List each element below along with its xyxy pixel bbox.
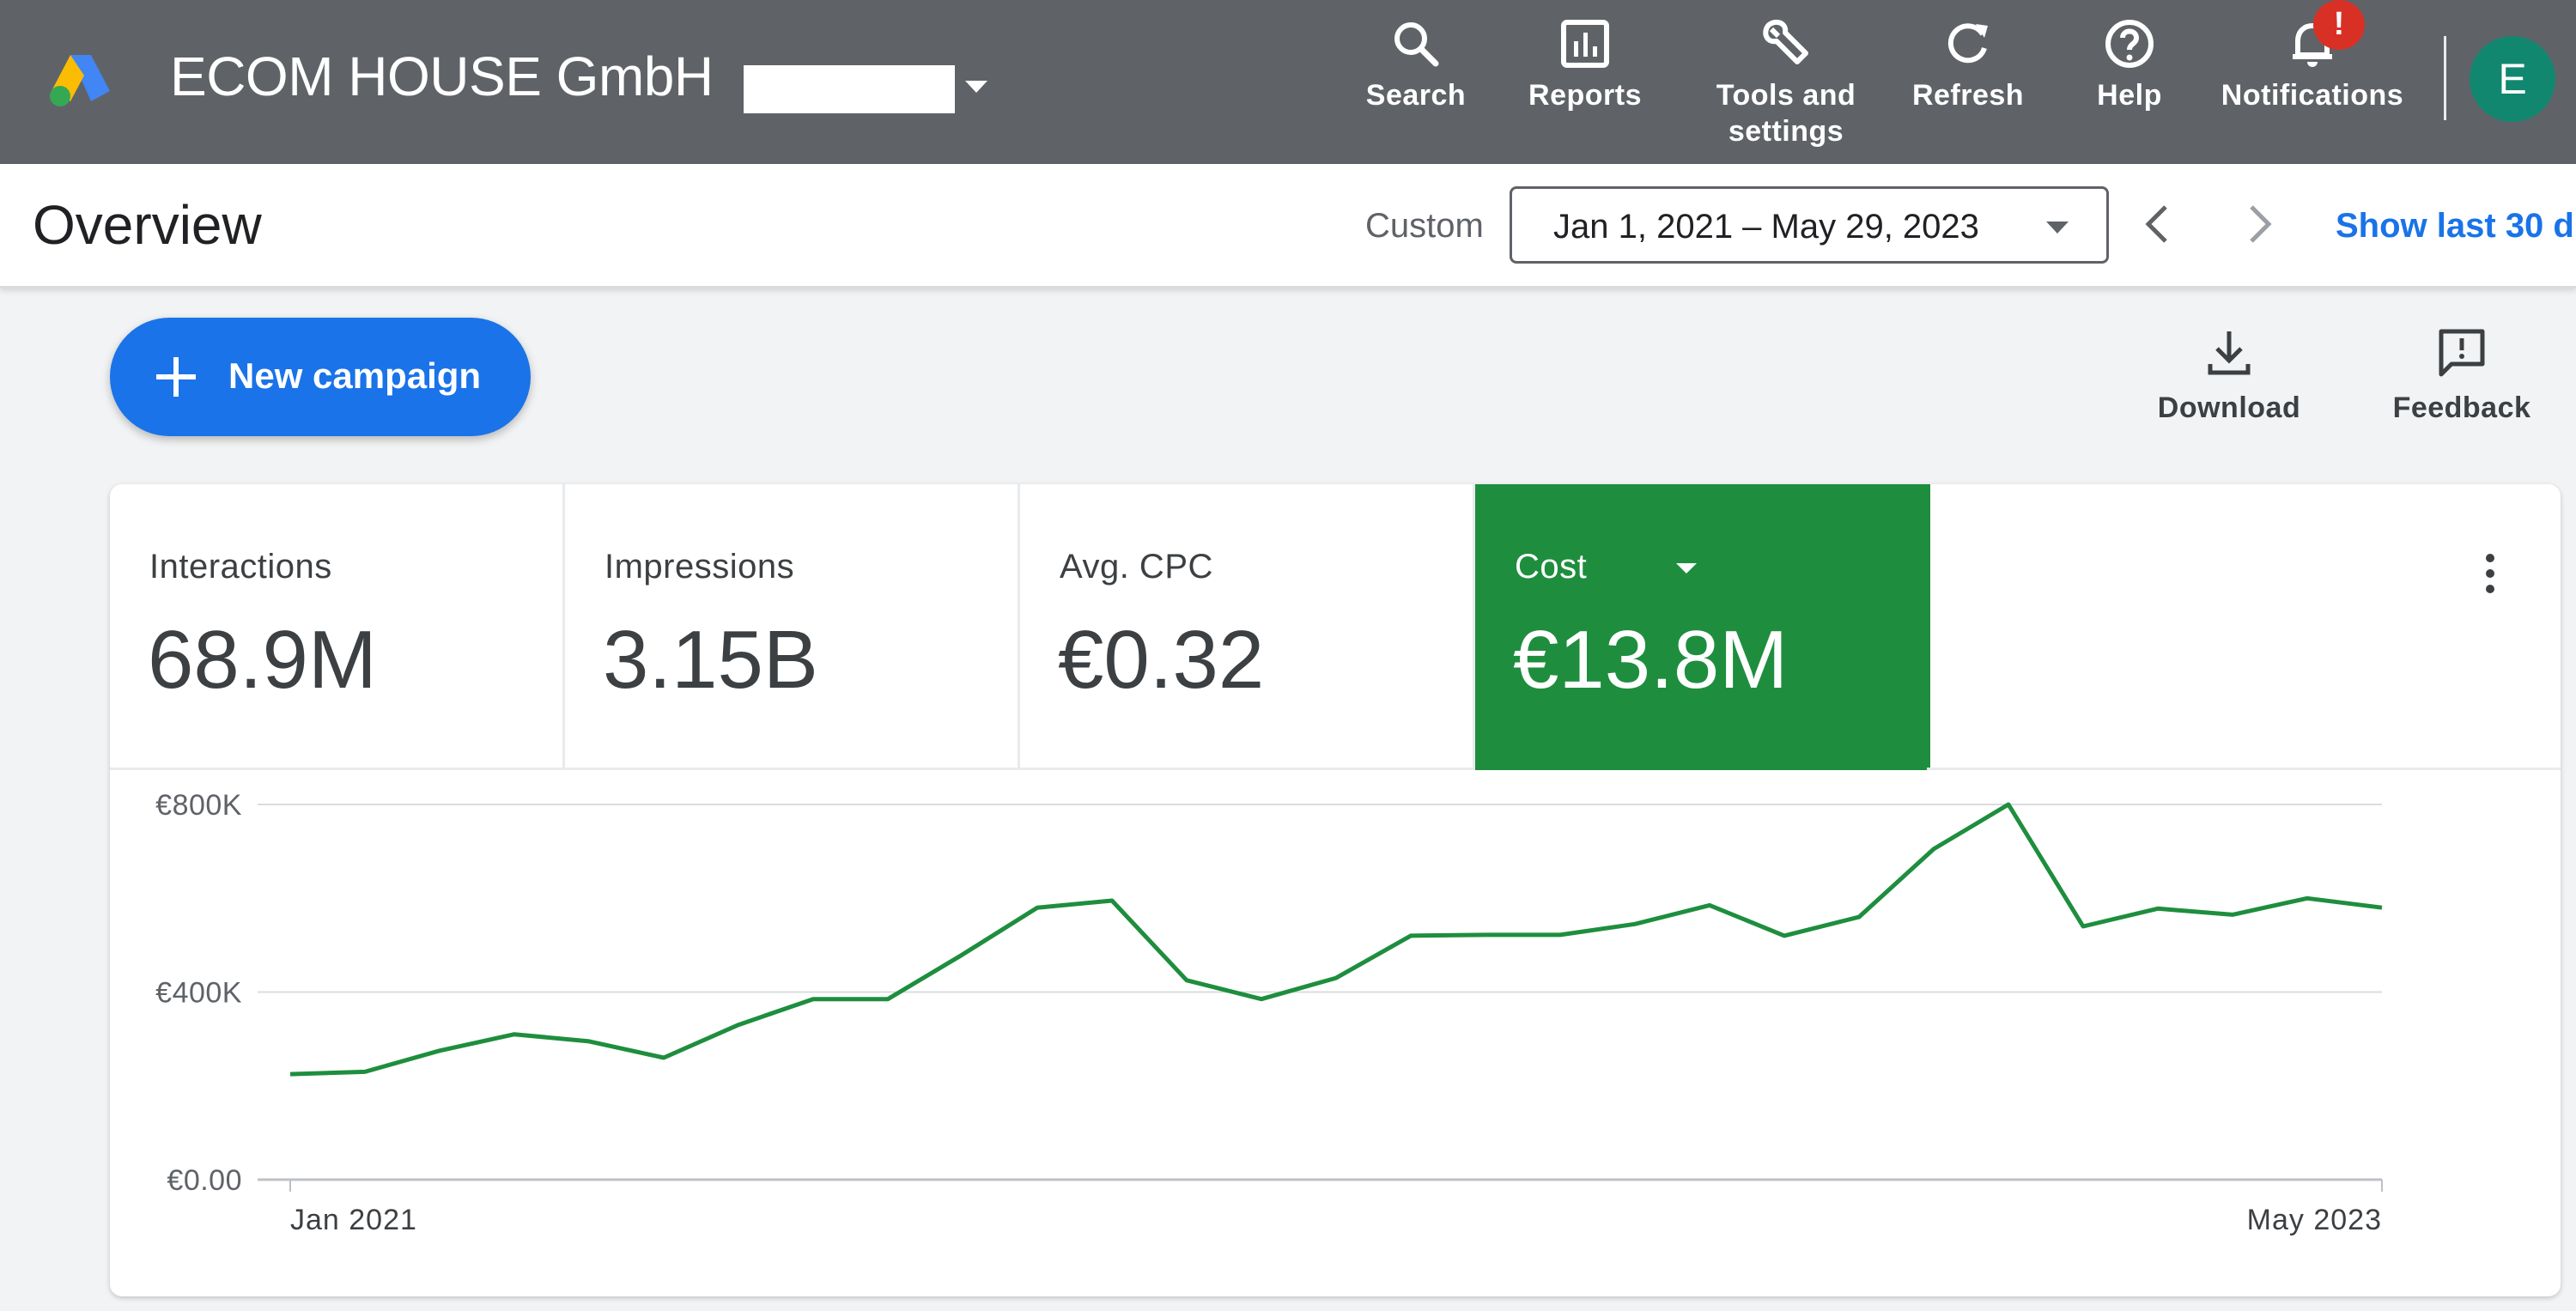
data-point[interactable] xyxy=(2080,923,2087,930)
refresh-icon xyxy=(1947,23,1988,64)
search-icon xyxy=(1394,22,1439,67)
metric-interactions[interactable]: Interactions 68.9M xyxy=(110,484,565,770)
nav-divider xyxy=(2444,36,2446,120)
metric-value: €0.32 xyxy=(1058,614,1265,706)
metric-row-spacer xyxy=(1927,484,2561,770)
metric-label: Impressions xyxy=(605,548,795,586)
data-point[interactable] xyxy=(1034,904,1041,911)
chevron-down-icon xyxy=(2046,222,2069,234)
data-point[interactable] xyxy=(1258,996,1265,1003)
data-point[interactable] xyxy=(1781,932,1788,939)
feedback-icon xyxy=(2439,329,2485,377)
data-point[interactable] xyxy=(1183,977,1190,984)
data-point[interactable] xyxy=(735,1022,742,1029)
nav-notifications-button[interactable]: Notifications xyxy=(2214,12,2411,158)
account-id-redacted xyxy=(744,65,955,113)
nav-refresh-button[interactable]: Refresh xyxy=(1908,12,2028,158)
data-point[interactable] xyxy=(2379,904,2385,911)
data-point[interactable] xyxy=(1856,913,1862,920)
data-point[interactable] xyxy=(511,1031,518,1038)
reports-icon xyxy=(1561,20,1609,68)
data-point[interactable] xyxy=(1557,932,1564,938)
previous-period-icon[interactable] xyxy=(2133,198,2184,250)
metric-cost[interactable]: Cost €13.8M xyxy=(1475,484,1930,770)
page-title: Overview xyxy=(33,194,262,256)
account-name: ECOM HOUSE GmbH xyxy=(170,46,714,107)
metric-label: Cost xyxy=(1515,548,1588,586)
data-point[interactable] xyxy=(436,1047,443,1054)
data-point[interactable] xyxy=(2229,911,2236,918)
nav-refresh-label: Refresh xyxy=(1911,79,2025,112)
data-point[interactable] xyxy=(1407,932,1414,939)
y-tick-label: €0.00 xyxy=(167,1164,242,1197)
data-point[interactable] xyxy=(810,996,817,1003)
data-point[interactable] xyxy=(1930,846,1937,853)
data-point[interactable] xyxy=(1333,974,1340,981)
data-point[interactable] xyxy=(2005,801,2012,808)
x-tick-label: Jan 2021 xyxy=(290,1204,417,1236)
nav-tools-button[interactable]: Tools and settings xyxy=(1700,12,1872,158)
x-tick-label: May 2023 xyxy=(2247,1204,2382,1236)
metric-avg-cpc[interactable]: Avg. CPC €0.32 xyxy=(1020,484,1475,770)
wrench-icon xyxy=(1763,19,1808,64)
y-tick-label: €800K xyxy=(155,789,242,822)
data-point[interactable] xyxy=(959,951,966,958)
metric-value: 3.15B xyxy=(603,614,818,706)
notification-badge: ! xyxy=(2313,0,2365,50)
help-icon xyxy=(2105,20,2154,68)
data-point[interactable] xyxy=(586,1038,592,1045)
plus-icon xyxy=(156,357,196,397)
nav-search-button[interactable]: Search xyxy=(1362,12,1470,158)
metric-value: 68.9M xyxy=(148,614,377,706)
nav-notifications-label: Notifications xyxy=(2221,79,2404,112)
google-ads-logo-icon xyxy=(50,55,110,106)
show-last-30-days-link[interactable]: Show last 30 d xyxy=(2336,207,2574,246)
nav-help-button[interactable]: Help xyxy=(2085,12,2174,158)
account-dropdown-icon[interactable] xyxy=(962,72,991,101)
new-campaign-button[interactable]: New campaign xyxy=(110,318,531,436)
nav-reports-button[interactable]: Reports xyxy=(1523,12,1647,158)
data-point[interactable] xyxy=(884,996,891,1003)
next-period-icon[interactable] xyxy=(2233,198,2284,250)
feedback-button[interactable]: Feedback xyxy=(2391,325,2533,425)
performance-card: Interactions 68.9M Impressions 3.15B Avg… xyxy=(110,484,2561,1296)
series-line-cost[interactable] xyxy=(289,802,2383,1077)
nav-reports-label: Reports xyxy=(1528,79,1642,112)
metric-dropdown-icon[interactable] xyxy=(1674,556,1698,580)
overview-header: Overview Custom Jan 1, 2021 – May 29, 20… xyxy=(0,164,2576,288)
top-bar: ECOM HOUSE GmbH Search Reports Tools and… xyxy=(0,0,2576,164)
data-point[interactable] xyxy=(2304,895,2311,901)
avatar[interactable]: E xyxy=(2470,36,2555,122)
new-campaign-label: New campaign xyxy=(228,355,482,396)
download-label: Download xyxy=(2157,391,2301,424)
data-point[interactable] xyxy=(1631,920,1638,927)
download-button[interactable]: Download xyxy=(2157,325,2301,425)
data-point[interactable] xyxy=(2154,905,2161,912)
metric-label: Interactions xyxy=(149,548,332,586)
data-point[interactable] xyxy=(1109,897,1115,904)
data-point[interactable] xyxy=(660,1054,667,1061)
nav-help-label: Help xyxy=(2097,79,2162,112)
nav-search-label: Search xyxy=(1365,79,1467,112)
data-point[interactable] xyxy=(361,1068,368,1075)
metric-impressions[interactable]: Impressions 3.15B xyxy=(565,484,1020,770)
date-range-type-label: Custom xyxy=(1365,207,1484,245)
data-point[interactable] xyxy=(287,1071,294,1077)
feedback-label: Feedback xyxy=(2392,391,2531,424)
date-range-picker[interactable]: Jan 1, 2021 – May 29, 2023 xyxy=(1510,186,2109,264)
download-icon xyxy=(2208,331,2251,375)
date-range-value: Jan 1, 2021 – May 29, 2023 xyxy=(1553,208,1979,246)
data-point[interactable] xyxy=(1706,901,1713,908)
metric-value: €13.8M xyxy=(1513,614,1789,706)
nav-tools-label: Tools and settings xyxy=(1716,79,1856,148)
y-tick-label: €400K xyxy=(155,977,242,1010)
data-point[interactable] xyxy=(1482,932,1489,938)
more-options-icon[interactable] xyxy=(2464,548,2516,599)
metric-label: Avg. CPC xyxy=(1060,548,1213,586)
cost-line-chart: €0.00 €400K €800K Jan 2021 May 2023 xyxy=(155,789,2385,1236)
